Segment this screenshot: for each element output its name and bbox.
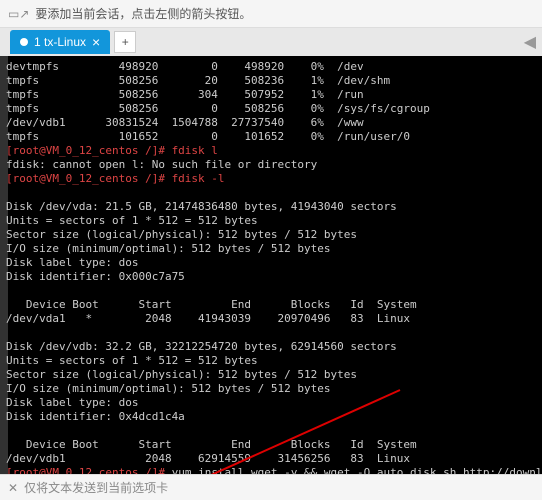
tab-bar: 1 tx-Linux × + ◀	[0, 28, 542, 56]
bottom-hint-text: 仅将文本发送到当前选项卡	[24, 479, 168, 496]
add-tab-button[interactable]: +	[114, 31, 136, 53]
close-icon[interactable]: ×	[92, 34, 100, 50]
prev-session-icon[interactable]: ◀	[524, 32, 536, 52]
session-icon: ▭↗	[8, 7, 29, 21]
left-gutter	[0, 56, 8, 474]
bottom-hint-bar: ✕ 仅将文本发送到当前选项卡	[0, 474, 542, 500]
close-hint-icon[interactable]: ✕	[8, 481, 18, 495]
status-dot-icon	[20, 38, 28, 46]
hint-text: 要添加当前会话，点击左侧的箭头按钮。	[35, 5, 251, 22]
tab-tx-linux[interactable]: 1 tx-Linux ×	[10, 30, 110, 54]
hint-bar: ▭↗ 要添加当前会话，点击左侧的箭头按钮。	[0, 0, 542, 28]
tab-label: 1 tx-Linux	[34, 35, 86, 49]
terminal-output[interactable]: devtmpfs 498920 0 498920 0% /dev tmpfs 5…	[0, 56, 542, 474]
